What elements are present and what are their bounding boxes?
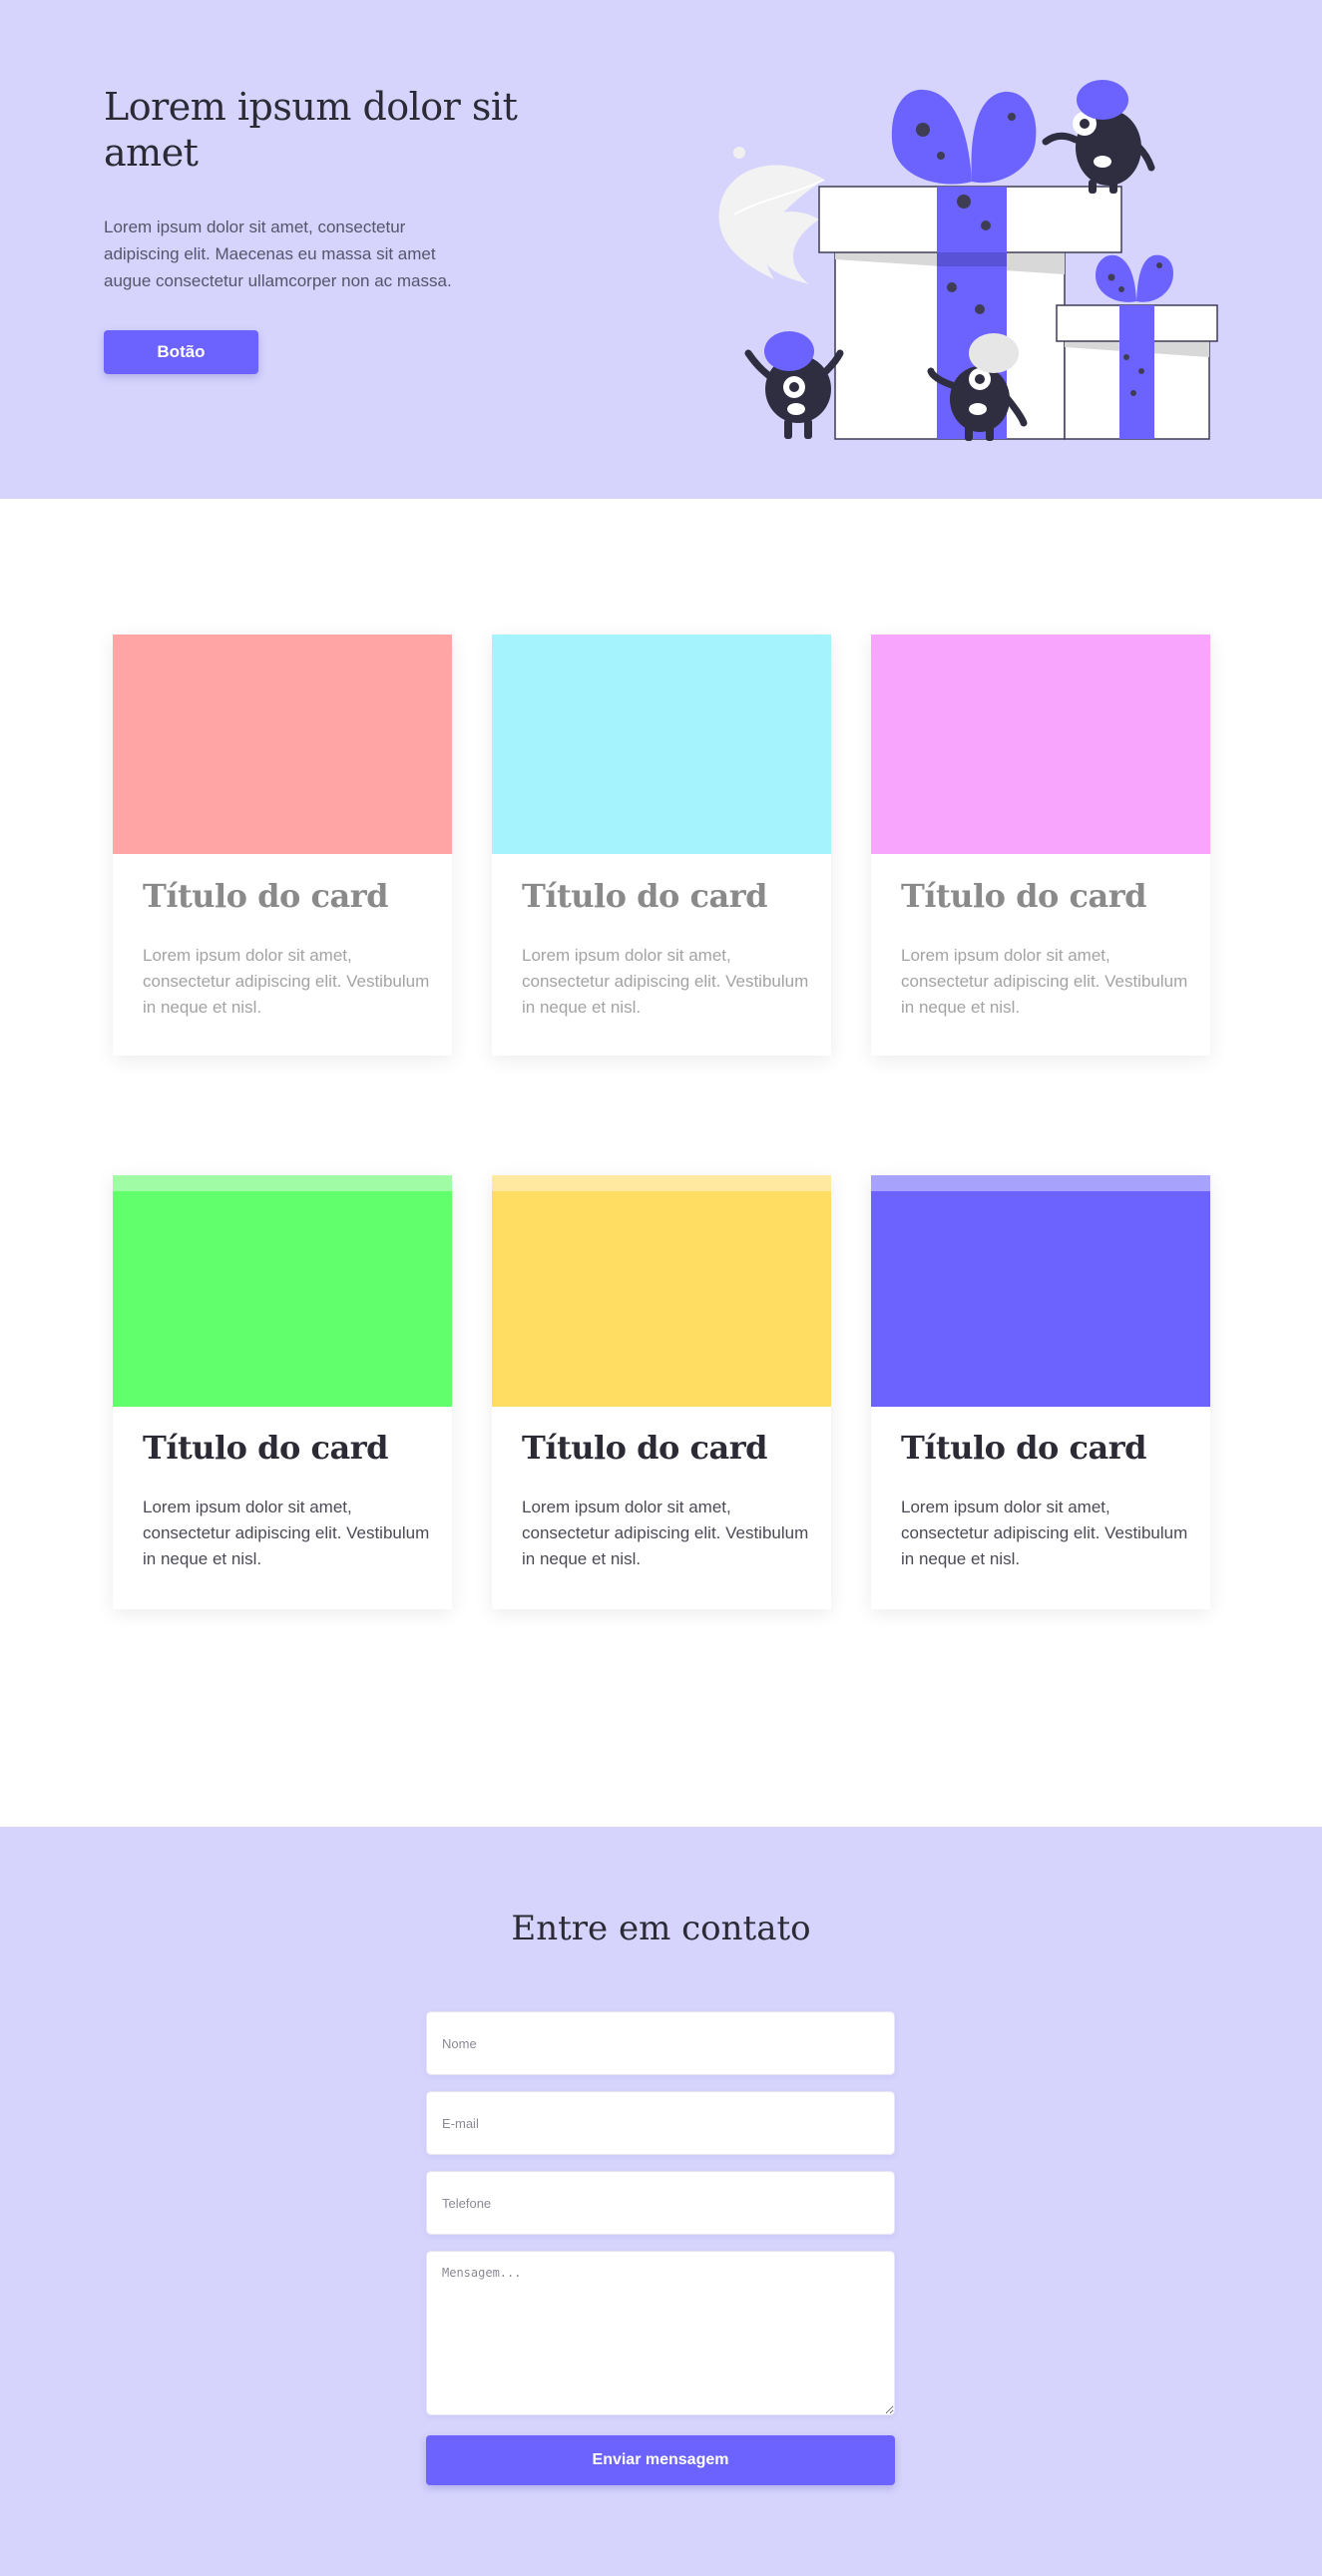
big-bow-icon <box>971 91 1037 184</box>
hero-button[interactable]: Botão <box>104 330 258 374</box>
card-image <box>113 1175 452 1407</box>
email-field[interactable] <box>426 2091 895 2155</box>
small-bow-icon <box>1136 254 1173 302</box>
hero-text: Lorem ipsum dolor sit amet, consectetur … <box>104 217 452 290</box>
monster-top-icon <box>1042 80 1155 194</box>
hero-title: Lorem ipsum dolor sit amet <box>104 85 518 175</box>
card: Título do card Lorem ipsum dolor sit ame… <box>492 1175 831 1609</box>
card-text: Lorem ipsum dolor sit amet, consectetur … <box>522 1498 809 1568</box>
small-gift-ribbon <box>1119 305 1154 439</box>
card-topbar <box>113 1175 452 1191</box>
phone-field[interactable] <box>426 2171 895 2235</box>
card-title: Título do card <box>522 1429 767 1467</box>
send-message-button[interactable]: Enviar mensagem <box>426 2435 895 2485</box>
decor-dot-icon <box>733 147 745 159</box>
small-bow-icon <box>1096 254 1136 302</box>
card-text: Lorem ipsum dolor sit amet, consectetur … <box>522 946 809 1017</box>
card: Título do card Lorem ipsum dolor sit ame… <box>113 1175 452 1609</box>
contact-section: Entre em contato Enviar mensagem <box>0 1827 1322 2576</box>
monster-left-icon <box>744 331 844 439</box>
message-field[interactable] <box>426 2251 895 2415</box>
name-field[interactable] <box>426 2011 895 2075</box>
card-topbar <box>871 1175 1210 1191</box>
big-bow-icon <box>891 89 972 185</box>
gift-illustration <box>718 80 1218 441</box>
card: Título do card Lorem ipsum dolor sit ame… <box>113 635 452 1056</box>
card-image <box>492 635 831 854</box>
card-text: Lorem ipsum dolor sit amet, consectetur … <box>901 946 1188 1017</box>
contact-title: Entre em contato <box>511 1909 811 1948</box>
card-image <box>871 635 1210 854</box>
card-image <box>871 1175 1210 1407</box>
card-image <box>492 1175 831 1407</box>
card-topbar <box>492 1175 831 1191</box>
card-title: Título do card <box>901 1429 1146 1467</box>
card: Título do card Lorem ipsum dolor sit ame… <box>492 635 831 1056</box>
hero-section: Lorem ipsum dolor sit amet Lorem ipsum d… <box>0 0 1322 499</box>
card: Título do card Lorem ipsum dolor sit ame… <box>871 635 1210 1056</box>
card-text: Lorem ipsum dolor sit amet, consectetur … <box>143 1498 430 1568</box>
card-title: Título do card <box>901 877 1146 915</box>
card-text: Lorem ipsum dolor sit amet, consectetur … <box>143 946 430 1017</box>
card: Título do card Lorem ipsum dolor sit ame… <box>871 1175 1210 1609</box>
card-title: Título do card <box>143 1429 388 1467</box>
card-title: Título do card <box>522 877 767 915</box>
card-title: Título do card <box>143 877 388 915</box>
card-text: Lorem ipsum dolor sit amet, consectetur … <box>901 1498 1188 1568</box>
card-image <box>113 635 452 854</box>
